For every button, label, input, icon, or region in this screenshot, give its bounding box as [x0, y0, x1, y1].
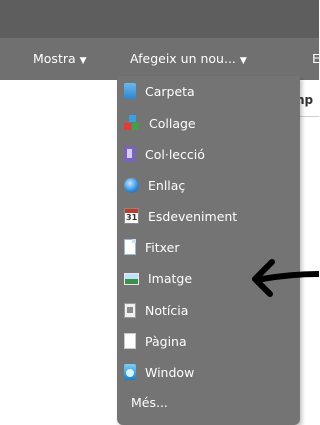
link-globe-icon [124, 177, 139, 193]
chevron-down-icon: ▼ [239, 56, 247, 66]
image-icon [124, 273, 139, 285]
dropdown-item-noticia[interactable]: Notícia [124, 296, 294, 324]
dropdown-item-pagina[interactable]: Pàgina [124, 327, 294, 355]
dropdown-item-label: Enllaç [148, 177, 186, 193]
dropdown-item-enllac[interactable]: Enllaç [124, 171, 294, 199]
dropdown-item-label: Collage [149, 115, 196, 131]
collection-icon [124, 146, 136, 162]
add-new-menu[interactable]: Afegeix un nou... ▼ [130, 38, 247, 80]
dropdown-item-esdeveniment[interactable]: Esdeveniment [124, 202, 294, 230]
mostra-menu[interactable]: Mostra ▼ [33, 38, 87, 80]
file-icon [124, 239, 136, 255]
dropdown-item-label: Imatge [148, 270, 193, 286]
dropdown-item-label: Pàgina [145, 333, 187, 349]
add-new-label: Afegeix un nou... [130, 51, 236, 66]
content-menu-bar: Mostra ▼ Afegeix un nou... ▼ E [0, 38, 320, 80]
add-new-dropdown: Carpeta Collage Col·lecció Enllaç Esdeve… [117, 76, 300, 425]
calendar-icon [124, 208, 139, 224]
dropdown-item-window[interactable]: Window [124, 358, 294, 386]
more-link[interactable]: Més... [131, 395, 168, 410]
dropdown-item-label: Carpeta [145, 83, 195, 99]
top-header-bar [0, 0, 319, 38]
news-icon [124, 302, 136, 318]
dropdown-item-collage[interactable]: Collage [124, 109, 294, 137]
dropdown-item-label: Window [145, 364, 195, 380]
annotation-arrow-icon [252, 259, 319, 297]
dropdown-item-carpeta[interactable]: Carpeta [124, 77, 294, 105]
folder-icon [124, 83, 136, 99]
dropdown-item-label: Esdeveniment [148, 208, 238, 224]
collage-icon [124, 115, 140, 131]
dropdown-item-label: Notícia [145, 302, 189, 318]
page-icon [124, 333, 136, 349]
menu-item-partial[interactable]: E [312, 38, 320, 80]
mostra-label: Mostra [33, 51, 76, 66]
dropdown-item-label: Fitxer [145, 239, 180, 255]
chevron-down-icon: ▼ [79, 56, 87, 66]
dropdown-item-label: Col·lecció [145, 146, 205, 162]
dropdown-item-collection[interactable]: Col·lecció [124, 140, 294, 168]
window-icon [124, 364, 136, 380]
